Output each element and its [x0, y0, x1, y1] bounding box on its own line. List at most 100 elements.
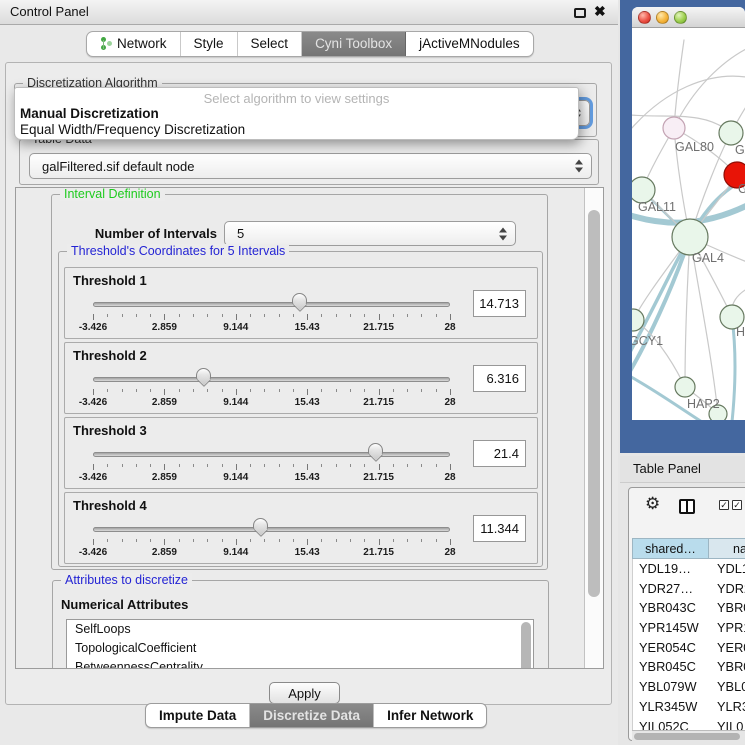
cell-name: YPR1 [717, 620, 745, 635]
apply-button[interactable]: Apply [269, 682, 340, 704]
close-icon[interactable]: ✖ [594, 3, 606, 20]
number-of-intervals-combo[interactable]: 5 [224, 221, 516, 246]
tick-mark [164, 314, 165, 320]
zoom-traffic-light-icon[interactable] [674, 11, 687, 24]
threshold-value-field[interactable]: 6.316 [473, 365, 526, 392]
tick-mark [179, 539, 180, 542]
threshold-coordinates-group: Threshold's Coordinates for 5 Intervals … [58, 251, 543, 567]
tab-jactivemnodules[interactable]: jActiveMNodules [406, 32, 533, 56]
table-panel-title: Table Panel [633, 461, 701, 476]
table-row[interactable]: YBR045CYBR0 [633, 657, 745, 677]
network-node[interactable] [672, 219, 708, 255]
tick-label: -3.426 [79, 547, 107, 558]
tick-mark [393, 539, 394, 542]
table-row[interactable]: YBR043CYBR0 [633, 598, 745, 618]
tick-mark [150, 464, 151, 467]
list-item-selfloops[interactable]: SelfLoops [67, 620, 533, 639]
tab-network[interactable]: Network [87, 32, 181, 56]
dropdown-option-manual-discretization[interactable]: Manual Discretization [20, 106, 159, 121]
list-item-topologicalcoefficient[interactable]: TopologicalCoefficient [67, 639, 533, 658]
tick-mark [379, 314, 380, 320]
close-traffic-light-icon[interactable] [638, 11, 651, 24]
tab-impute-data[interactable]: Impute Data [146, 704, 250, 727]
tab-style[interactable]: Style [181, 32, 238, 56]
table-row[interactable]: YER054CYER0 [633, 638, 745, 658]
scrollbar-thumb[interactable] [588, 210, 600, 597]
tab-discretize-data[interactable]: Discretize Data [250, 704, 374, 727]
slider-track[interactable] [93, 527, 450, 532]
threshold-panel-2: Threshold 2-3.4262.8599.14415.4321.71528… [64, 342, 538, 414]
column-header-name[interactable]: na [709, 538, 745, 559]
tick-mark [407, 389, 408, 392]
table-row[interactable]: YPR145WYPR1 [633, 618, 745, 638]
tick-label: 21.715 [363, 547, 394, 558]
table-row[interactable]: YBL079WYBL0 [633, 677, 745, 697]
vertical-scrollbar[interactable] [584, 188, 603, 668]
list-item-betweennesscentrality[interactable]: BetweennessCentrality [67, 658, 533, 669]
table-row[interactable]: YDL19…YDL1 [633, 559, 745, 579]
network-graph[interactable]: GAL80GACGAL11GAL4GCY1HHAP2 [632, 28, 745, 420]
table-data-combo[interactable]: galFiltered.sif default node [29, 153, 592, 179]
table-row[interactable]: YIL052CYIL0 [633, 717, 745, 731]
column-header-shared-name[interactable]: shared… [632, 538, 709, 559]
minimize-traffic-light-icon[interactable] [656, 11, 669, 24]
network-node[interactable] [663, 117, 685, 139]
threshold-value-field[interactable]: 14.713 [473, 290, 526, 317]
tick-mark [379, 464, 380, 470]
slider-track[interactable] [93, 452, 450, 457]
tick-mark [293, 464, 294, 467]
threshold-panel-3: Threshold 3-3.4262.8599.14415.4321.71528… [64, 417, 538, 489]
tick-mark [264, 539, 265, 542]
checkbox-icon[interactable]: ✓ [732, 500, 742, 510]
gear-icon[interactable]: ⚙ [645, 494, 660, 514]
network-canvas[interactable]: GAL80GACGAL11GAL4GCY1HHAP2 [632, 28, 745, 420]
threshold-value-field[interactable]: 21.4 [473, 440, 526, 467]
tick-mark [136, 539, 137, 542]
tab-cyni-toolbox[interactable]: Cyni Toolbox [302, 32, 406, 56]
network-node[interactable] [675, 377, 695, 397]
tab-label: Style [194, 32, 224, 56]
tick-mark [336, 464, 337, 467]
cell-shared-name: YDR27… [639, 581, 693, 596]
numerical-attributes-list[interactable]: SelfLoopsTopologicalCoefficientBetweenne… [66, 619, 534, 669]
list-scrollbar[interactable] [521, 622, 531, 669]
network-node[interactable] [719, 121, 743, 145]
tab-select[interactable]: Select [238, 32, 303, 56]
slider-track[interactable] [93, 302, 450, 307]
network-edge [674, 40, 684, 128]
column-browser-icon[interactable] [679, 499, 695, 514]
table-data-group: Table Data galFiltered.sif default node [19, 139, 599, 185]
table-row[interactable]: YDR27…YDR2 [633, 579, 745, 599]
tick-mark [250, 464, 251, 467]
scrollbar-thumb[interactable] [634, 733, 740, 740]
dropdown-option-equal-width-frequency[interactable]: Equal Width/Frequency Discretization [20, 122, 245, 137]
tick-mark [107, 539, 108, 542]
tick-label: 21.715 [363, 322, 394, 333]
tick-mark [450, 539, 451, 545]
tick-mark [250, 314, 251, 317]
table-row[interactable]: YLR345WYLR3 [633, 697, 745, 717]
combo-stepper-icon [499, 227, 507, 240]
horizontal-scrollbar[interactable] [632, 730, 745, 741]
tab-infer-network[interactable]: Infer Network [374, 704, 486, 727]
tick-label: 9.144 [223, 547, 248, 558]
tick-mark [421, 389, 422, 392]
tick-mark [122, 539, 123, 542]
threshold-value-field[interactable]: 11.344 [473, 515, 526, 542]
cyni-toolbox-panel: Discretization Algorithm Select algorith… [5, 62, 612, 705]
tick-mark [364, 539, 365, 542]
checkbox-icon[interactable]: ✓ [719, 500, 729, 510]
tick-mark [236, 389, 237, 395]
tick-mark [222, 464, 223, 467]
group-title: Interval Definition [60, 187, 165, 201]
slider-thumb[interactable] [253, 518, 268, 530]
float-window-icon[interactable] [574, 8, 586, 18]
slider-thumb[interactable] [292, 293, 307, 305]
tick-mark [179, 389, 180, 392]
tick-mark [279, 539, 280, 542]
slider-thumb[interactable] [368, 443, 383, 455]
slider-track[interactable] [93, 377, 450, 382]
slider-thumb[interactable] [196, 368, 211, 380]
tick-label: 15.43 [295, 472, 320, 483]
cell-name: YER0 [717, 640, 745, 655]
